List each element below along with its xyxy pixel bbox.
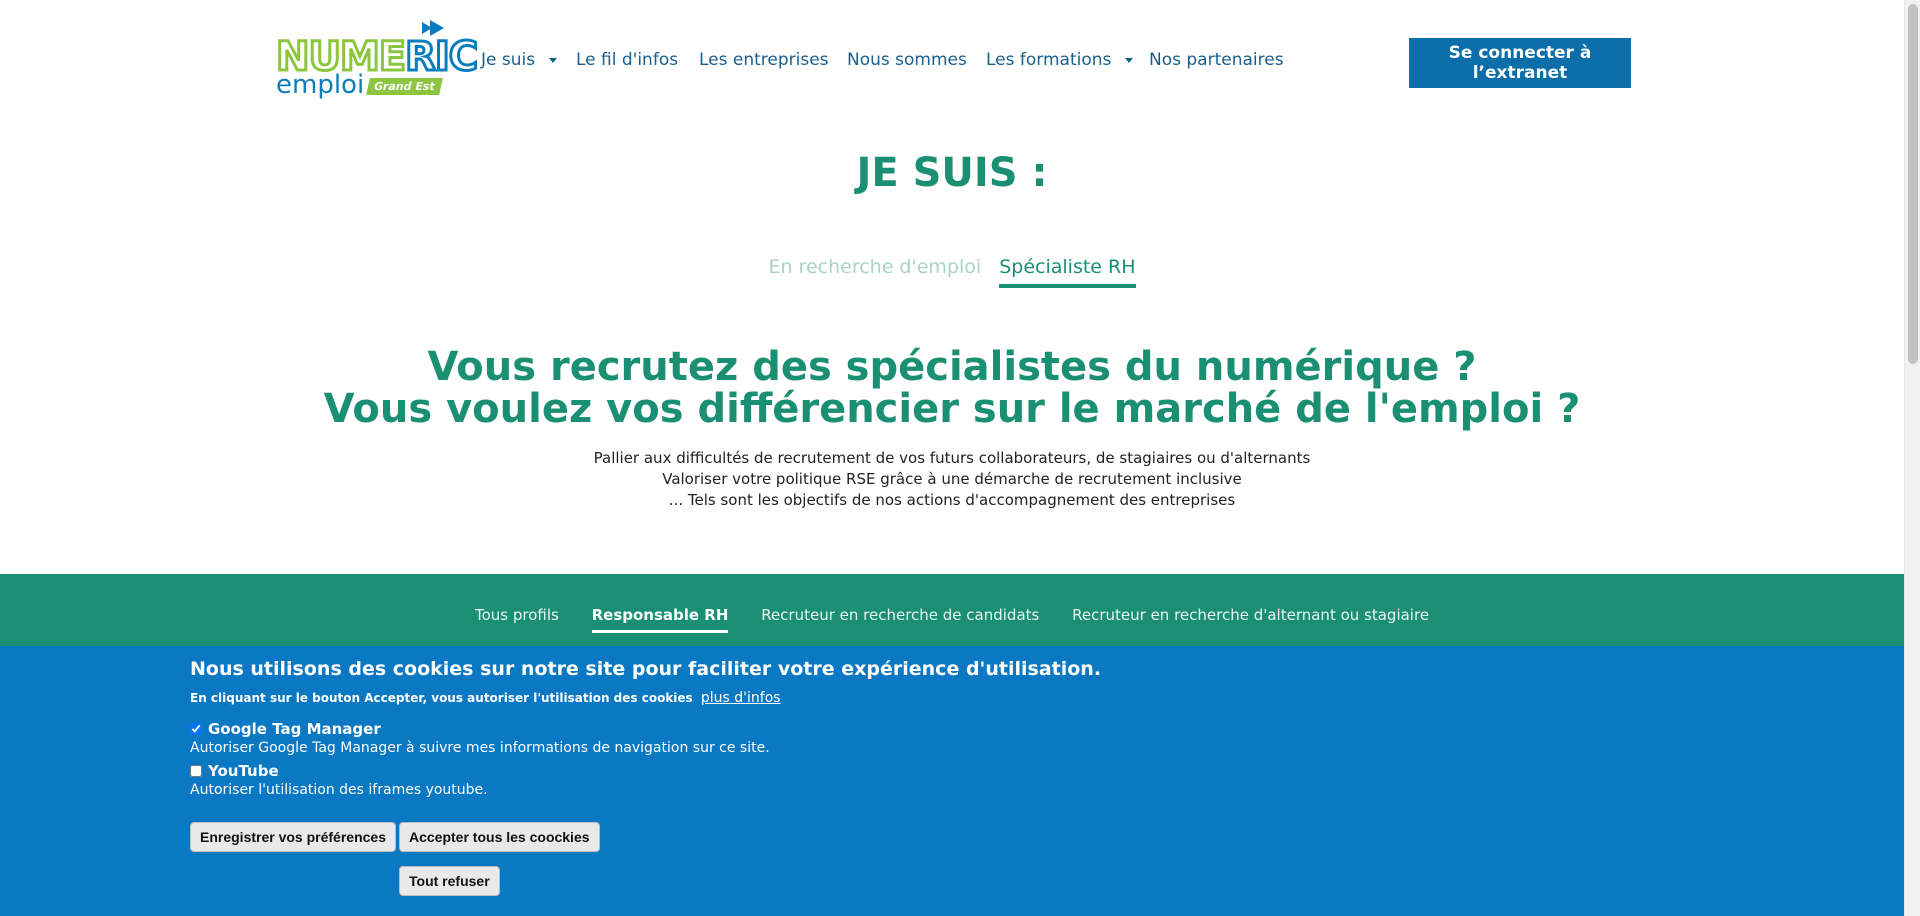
cookie-subtitle: En cliquant sur le bouton Accepter, vous… xyxy=(190,690,1390,706)
nav-item-label: Je suis xyxy=(481,50,536,70)
profile-band: Tous profils Responsable RH Recruteur en… xyxy=(0,574,1904,646)
scrollbar-thumb[interactable] xyxy=(1908,4,1918,364)
accept-all-button[interactable]: Accepter tous les coockies xyxy=(399,822,600,852)
headline: Vous recrutez des spécialistes du numéri… xyxy=(0,346,1904,430)
tab-responsable-rh[interactable]: Responsable RH xyxy=(591,606,729,633)
cookie-buttons: Enregistrer vos préférences Accepter tou… xyxy=(190,822,690,912)
nav-item-fil-infos[interactable]: Le fil d'infos xyxy=(576,50,678,70)
tab-recruteur-candidats[interactable]: Recruteur en recherche de candidats xyxy=(761,606,1039,630)
nav-item-partenaires[interactable]: Nos partenaires xyxy=(1149,50,1284,70)
consent-option-name: YouTube xyxy=(208,762,279,780)
refuse-all-button[interactable]: Tout refuser xyxy=(399,866,500,896)
nav-item-label: Nos partenaires xyxy=(1149,50,1284,70)
nav-item-je-suis[interactable]: Je suis xyxy=(481,50,557,70)
nav-item-nous-sommes[interactable]: Nous sommes xyxy=(847,50,967,70)
logo-emploi-text: emploi xyxy=(276,70,365,100)
page-title: JE SUIS : xyxy=(856,150,1048,196)
audience-tabs: En recherche d'emploi Spécialiste RH xyxy=(0,256,1904,288)
consent-option-youtube: YouTube xyxy=(190,762,1390,780)
consent-option-description: Autoriser Google Tag Manager à suivre me… xyxy=(190,740,770,756)
page-scrollbar[interactable] xyxy=(1904,0,1920,916)
intro-text: Pallier aux difficultés de recrutement d… xyxy=(0,448,1904,511)
consent-option-gtm: Google Tag Manager xyxy=(190,720,1390,738)
consent-option-name: Google Tag Manager xyxy=(208,720,381,738)
nav-item-label: Nous sommes xyxy=(847,50,967,70)
cookie-banner: Nous utilisons des cookies sur notre sit… xyxy=(0,646,1904,916)
nav-item-label: Les entreprises xyxy=(699,50,829,70)
logo-region-badge: Grand Est xyxy=(366,78,443,95)
intro-line: Valoriser votre politique RSE grâce à un… xyxy=(662,470,1242,488)
tab-specialiste-rh[interactable]: Spécialiste RH xyxy=(999,256,1136,288)
tab-recherche-emploi[interactable]: En recherche d'emploi xyxy=(768,256,981,284)
consent-option-description: Autoriser l'utilisation des iframes yout… xyxy=(190,782,488,798)
intro-line: ... Tels sont les objectifs de nos actio… xyxy=(668,491,1236,509)
extranet-login-button[interactable]: Se connecter à l’extranet xyxy=(1409,38,1631,88)
nav-item-entreprises[interactable]: Les entreprises xyxy=(699,50,829,70)
caret-down-icon xyxy=(548,57,557,63)
site-logo[interactable]: NUMERIC emploi Grand Est xyxy=(274,20,480,100)
consent-options: Google Tag Manager Autoriser Google Tag … xyxy=(190,720,1390,798)
nav-item-label: Le fil d'infos xyxy=(576,50,679,70)
nav-item-label: Les formations xyxy=(986,50,1112,70)
cookie-title: Nous utilisons des cookies sur notre sit… xyxy=(190,658,1102,680)
tab-recruteur-alternant[interactable]: Recruteur en recherche d'alternant ou st… xyxy=(1072,606,1429,630)
intro-line: Pallier aux difficultés de recrutement d… xyxy=(593,449,1311,467)
profile-tabs: Tous profils Responsable RH Recruteur en… xyxy=(0,606,1904,633)
caret-down-icon xyxy=(1124,57,1133,63)
cookie-subtitle-text: En cliquant sur le bouton Accepter, vous… xyxy=(190,691,693,705)
cookie-content: Nous utilisons des cookies sur notre sit… xyxy=(190,656,1390,804)
save-preferences-button[interactable]: Enregistrer vos préférences xyxy=(190,822,396,852)
more-info-link[interactable]: plus d'infos xyxy=(701,690,781,706)
youtube-checkbox[interactable] xyxy=(190,765,202,777)
gtm-checkbox[interactable] xyxy=(190,723,202,735)
headline-line-2: Vous voulez vos différencier sur le marc… xyxy=(323,386,1581,432)
headline-line-1: Vous recrutez des spécialistes du numéri… xyxy=(427,344,1477,390)
tab-tous-profils[interactable]: Tous profils xyxy=(475,606,559,630)
nav-item-formations[interactable]: Les formations xyxy=(986,50,1133,70)
site-header: NUMERIC emploi Grand Est Je suis Le fil … xyxy=(0,0,1904,125)
